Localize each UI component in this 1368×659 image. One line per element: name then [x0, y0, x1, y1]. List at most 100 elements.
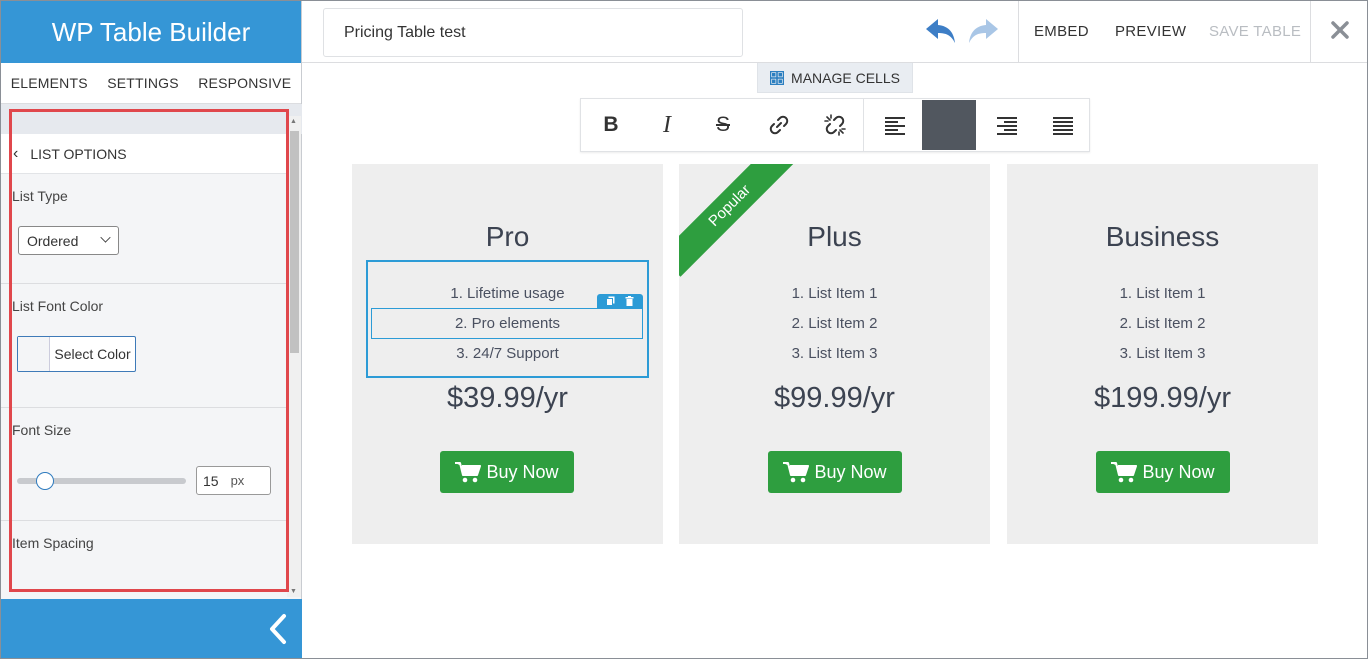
- manage-cells-button[interactable]: MANAGE CELLS: [757, 63, 913, 93]
- format-toolbar: B I S: [580, 98, 1090, 152]
- font-size-control: 15 px: [17, 466, 277, 495]
- link-icon: [769, 115, 789, 135]
- list-options-panel: ‹ LIST OPTIONS List Type Ordered List Fo…: [1, 104, 302, 599]
- plan-name[interactable]: Pro: [352, 221, 663, 253]
- bold-icon: B: [603, 113, 619, 136]
- list-item[interactable]: 1. List Item 1: [1007, 284, 1318, 314]
- scroll-up-icon[interactable]: ▲: [290, 118, 297, 125]
- list-item[interactable]: 1. List Item 1: [679, 284, 990, 314]
- plan-price[interactable]: $199.99/yr: [1007, 382, 1318, 415]
- unlink-button[interactable]: [808, 100, 862, 150]
- tab-elements[interactable]: ELEMENTS: [11, 75, 88, 91]
- chevron-down-icon: [100, 232, 111, 243]
- list-item[interactable]: 2. List Item 2: [679, 314, 990, 344]
- cart-icon: [1111, 462, 1138, 483]
- app-brand: WP Table Builder: [1, 1, 301, 63]
- selected-item-outline: [371, 308, 643, 339]
- preview-button[interactable]: PREVIEW: [1115, 23, 1186, 40]
- tab-settings[interactable]: SETTINGS: [107, 75, 179, 91]
- unlink-icon: [824, 114, 846, 136]
- sidebar-scrollbar[interactable]: ▲ ▼: [287, 116, 301, 597]
- chevron-left-icon: ‹: [13, 144, 19, 162]
- save-table-button[interactable]: SAVE TABLE: [1209, 23, 1301, 40]
- feature-list[interactable]: 1. List Item 1 2. List Item 2 3. List It…: [679, 284, 990, 374]
- color-swatch: [18, 337, 50, 371]
- font-size-slider[interactable]: [17, 471, 186, 490]
- app-window: WP Table Builder ELEMENTS SETTINGS RESPO…: [0, 0, 1368, 659]
- sidebar-tabs: ELEMENTS SETTINGS RESPONSIVE: [1, 63, 301, 104]
- buy-now-label: Buy Now: [486, 461, 559, 482]
- font-size-slider-thumb[interactable]: [36, 471, 54, 490]
- strikethrough-icon: S: [715, 113, 730, 136]
- buy-now-button[interactable]: Buy Now: [1096, 451, 1230, 493]
- bold-button[interactable]: B: [584, 100, 638, 150]
- item-spacing-label: Item Spacing: [12, 535, 94, 551]
- link-button[interactable]: [752, 100, 806, 150]
- select-color-button[interactable]: Select Color: [17, 336, 136, 372]
- select-color-label: Select Color: [54, 346, 131, 362]
- buy-now-button[interactable]: Buy Now: [768, 451, 902, 493]
- duplicate-icon[interactable]: [606, 296, 615, 306]
- pricing-card-business[interactable]: Business 1. List Item 1 2. List Item 2 3…: [1007, 164, 1318, 544]
- divider: [1018, 1, 1019, 63]
- align-left-button[interactable]: [868, 100, 922, 150]
- divider: [1310, 1, 1311, 63]
- close-icon[interactable]: [1327, 17, 1353, 43]
- buy-now-button[interactable]: Buy Now: [440, 451, 574, 493]
- grid-icon: [770, 70, 785, 85]
- table-title-input[interactable]: Pricing Table test: [323, 8, 743, 57]
- italic-icon: I: [663, 111, 671, 138]
- font-size-section: Font Size 15 px: [1, 408, 287, 521]
- strikethrough-button[interactable]: S: [696, 100, 750, 150]
- font-size-unit: px: [230, 473, 245, 488]
- plan-name[interactable]: Business: [1007, 221, 1318, 253]
- sidebar: WP Table Builder ELEMENTS SETTINGS RESPO…: [1, 1, 302, 658]
- align-center-icon: [939, 117, 959, 119]
- toolbar-divider: [863, 99, 864, 151]
- align-left-icon: [885, 117, 905, 135]
- plan-price[interactable]: $39.99/yr: [352, 382, 663, 415]
- font-size-label: Font Size: [12, 422, 72, 438]
- item-tools: [597, 294, 643, 308]
- buy-now-label: Buy Now: [1142, 461, 1215, 482]
- plan-name[interactable]: Plus: [679, 221, 990, 253]
- list-font-color-label: List Font Color: [12, 298, 104, 314]
- trash-icon[interactable]: [625, 296, 634, 306]
- list-item[interactable]: 3. List Item 3: [679, 344, 990, 374]
- align-justify-icon: [1053, 117, 1073, 135]
- embed-button[interactable]: EMBED: [1034, 23, 1089, 40]
- align-center-button[interactable]: [922, 100, 976, 150]
- list-item[interactable]: 2. List Item 2: [1007, 314, 1318, 344]
- scrollbar-thumb[interactable]: [290, 131, 299, 353]
- scroll-down-icon[interactable]: ▼: [290, 588, 297, 595]
- align-right-button[interactable]: [980, 100, 1034, 150]
- align-right-icon: [997, 117, 1017, 135]
- plan-price[interactable]: $99.99/yr: [679, 382, 990, 415]
- list-type-section: List Type Ordered: [1, 174, 287, 284]
- collapse-sidebar-icon[interactable]: [268, 612, 288, 646]
- align-justify-button[interactable]: [1036, 100, 1090, 150]
- list-type-select[interactable]: Ordered: [18, 226, 119, 255]
- list-item[interactable]: 3. List Item 3: [1007, 344, 1318, 374]
- pricing-card-pro[interactable]: Pro 1. Lifetime usage 2. Pro elements 3.…: [352, 164, 663, 544]
- list-font-color-section: List Font Color Select Color: [1, 284, 287, 408]
- tab-responsive[interactable]: RESPONSIVE: [198, 75, 291, 91]
- cart-icon: [455, 462, 482, 483]
- sidebar-footer: [1, 599, 302, 658]
- top-bar: Pricing Table test EMBED PREVIEW SAVE TA…: [302, 1, 1367, 63]
- list-options-back[interactable]: ‹ LIST OPTIONS: [1, 134, 287, 174]
- manage-cells-label: MANAGE CELLS: [791, 69, 900, 86]
- pricing-card-plus[interactable]: Popular Plus 1. List Item 1 2. List Item…: [679, 164, 990, 544]
- panel-title: LIST OPTIONS: [30, 145, 127, 162]
- feature-list[interactable]: 1. List Item 1 2. List Item 2 3. List It…: [1007, 284, 1318, 374]
- buy-now-label: Buy Now: [814, 461, 887, 482]
- panel-top-strip: [1, 104, 302, 134]
- list-type-value: Ordered: [27, 232, 79, 249]
- undo-icon[interactable]: [924, 16, 958, 46]
- item-spacing-section: Item Spacing: [1, 521, 287, 585]
- italic-button[interactable]: I: [640, 100, 694, 150]
- list-type-label: List Type: [12, 188, 68, 204]
- redo-icon[interactable]: [966, 16, 1000, 46]
- font-size-input[interactable]: 15 px: [196, 466, 271, 495]
- font-size-value: 15: [203, 472, 219, 489]
